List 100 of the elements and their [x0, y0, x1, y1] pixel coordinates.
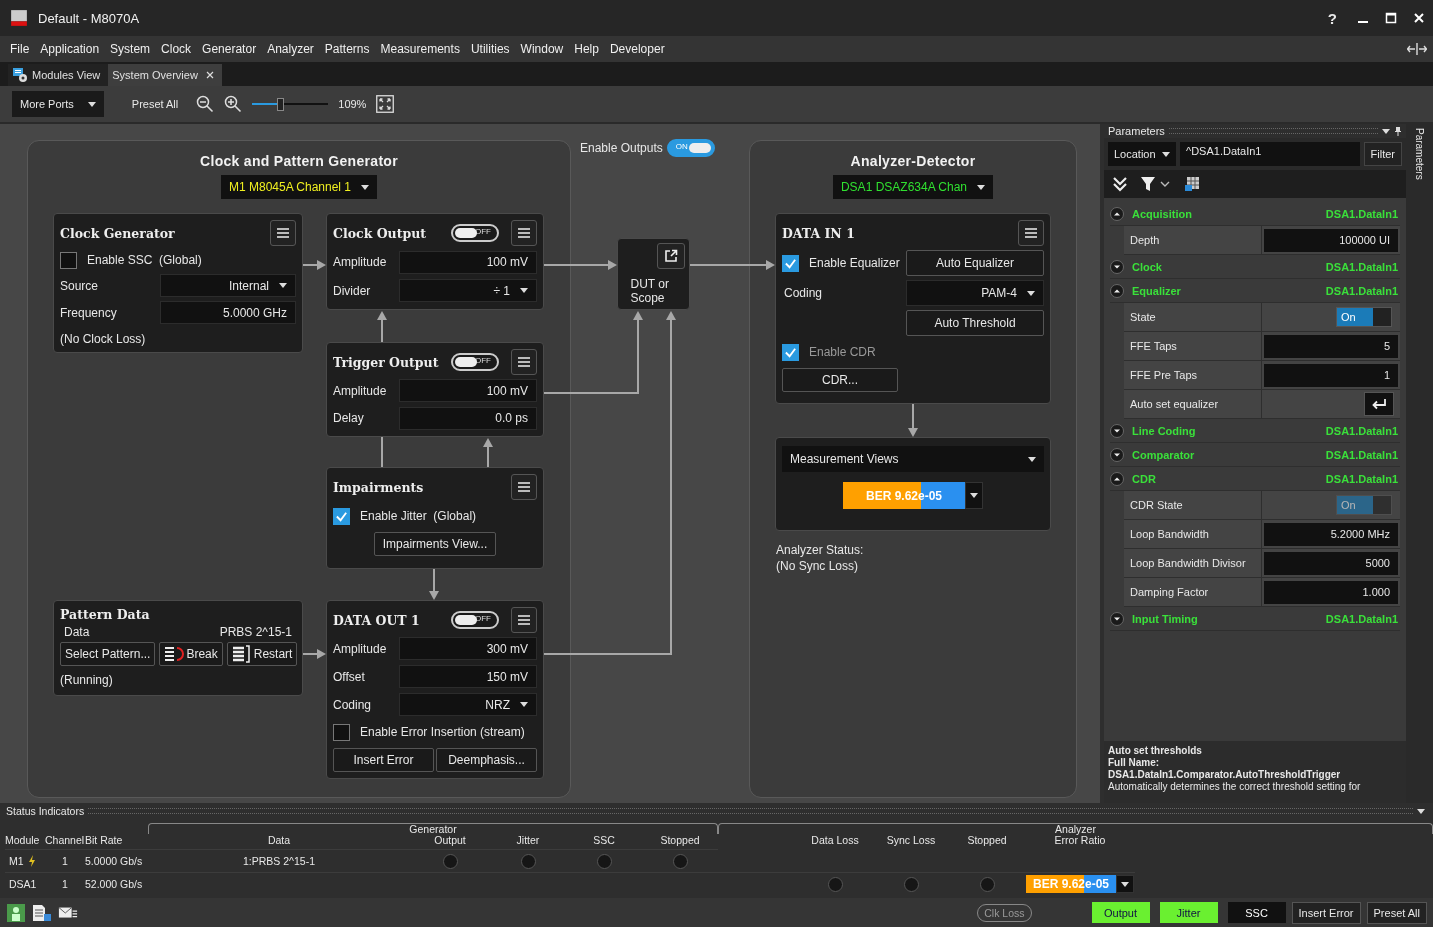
filter-icon[interactable] — [1140, 176, 1156, 192]
value-field[interactable]: 100 mV — [399, 379, 537, 403]
preset-all-button[interactable]: Preset All — [123, 98, 187, 110]
menu-button[interactable] — [511, 474, 537, 500]
value-field[interactable]: 100 mV — [399, 250, 537, 274]
value-field[interactable]: 150 mV — [399, 665, 537, 689]
dropdown-button[interactable] — [965, 482, 983, 509]
zoom-in-icon[interactable] — [224, 95, 243, 113]
dropdown[interactable]: Internal — [160, 274, 296, 297]
checkbox[interactable] — [333, 507, 350, 525]
menu-button[interactable] — [270, 220, 296, 246]
menu-item[interactable]: System — [110, 42, 151, 56]
menu-button[interactable] — [511, 220, 537, 246]
value-field[interactable]: 1.000 — [1264, 580, 1398, 604]
execute-button[interactable] — [1364, 392, 1394, 416]
action-button[interactable]: Insert Error — [333, 748, 434, 772]
menu-item[interactable]: Generator — [202, 42, 257, 56]
tab[interactable]: Modules View — [8, 64, 109, 86]
expand-button[interactable] — [1110, 611, 1124, 626]
expand-button[interactable] — [1110, 259, 1124, 274]
auto-threshold-button[interactable]: Auto Threshold — [906, 310, 1044, 336]
menu-item[interactable]: Measurements — [380, 42, 460, 56]
expand-button[interactable] — [1110, 447, 1124, 462]
pin-icon[interactable] — [1394, 126, 1402, 136]
value-field[interactable]: 5000 — [1264, 551, 1398, 575]
expand-button[interactable] — [1110, 283, 1124, 298]
table-icon[interactable] — [1184, 176, 1200, 192]
checkbox[interactable] — [782, 254, 799, 272]
bottom-button[interactable]: Preset All — [1366, 901, 1427, 924]
expand-button[interactable] — [1110, 471, 1124, 486]
tab[interactable]: System Overview — [108, 64, 222, 86]
menu-item[interactable]: Developer — [609, 42, 665, 56]
value-field[interactable]: 0.0 ps — [399, 406, 537, 430]
double-chevron-icon[interactable] — [1112, 176, 1128, 192]
toggle-switch[interactable]: OFF — [451, 611, 499, 629]
value-field[interactable]: 300 mV — [399, 637, 537, 661]
menu-button[interactable] — [1018, 220, 1044, 246]
parameter-label: FFE Pre Taps — [1124, 361, 1262, 389]
group-name: Acquisition — [1132, 207, 1193, 220]
side-tab[interactable]: Parameters — [1414, 128, 1425, 180]
impairments-view-button[interactable]: Impairments View... — [373, 532, 497, 556]
filter-button[interactable]: Filter — [1363, 142, 1402, 166]
dropdown[interactable]: More Ports — [12, 91, 104, 117]
dropdown[interactable]: NRZ — [399, 693, 537, 717]
bottom-button[interactable]: Insert Error — [1291, 901, 1361, 924]
open-external-button[interactable] — [657, 243, 685, 269]
checkbox[interactable] — [60, 251, 77, 269]
cdr-button[interactable]: CDR... — [782, 368, 898, 392]
menu-item[interactable]: Analyzer — [267, 42, 314, 56]
dropdown[interactable]: PAM-4 — [906, 280, 1044, 306]
menu-item[interactable]: Window — [520, 42, 564, 56]
caret-icon[interactable] — [1382, 128, 1390, 134]
fit-to-window-icon[interactable] — [376, 95, 395, 113]
expand-button[interactable] — [1110, 423, 1124, 438]
dropdown[interactable]: ÷ 1 — [399, 279, 537, 303]
field-label: Data — [64, 625, 90, 639]
zoom-out-icon[interactable] — [196, 95, 215, 113]
card-title: Impairments — [333, 479, 425, 495]
table-cell: 52.000 Gb/s — [85, 872, 148, 895]
value-field[interactable]: 5.0000 GHz — [160, 301, 296, 324]
menu-item[interactable]: Patterns — [324, 42, 370, 56]
value-field[interactable]: 5.2000 MHz — [1264, 522, 1398, 546]
menu-item[interactable]: Utilities — [470, 42, 510, 56]
caret-icon — [977, 184, 986, 190]
caret-icon[interactable] — [1160, 181, 1170, 187]
caret-icon[interactable] — [1417, 808, 1425, 814]
value-field[interactable]: 1 — [1264, 363, 1398, 387]
pattern-button[interactable]: Select Pattern... — [60, 642, 156, 666]
document-icon[interactable] — [32, 903, 52, 922]
status-icon[interactable] — [6, 903, 26, 922]
checkbox[interactable] — [333, 723, 350, 741]
dropdown-button[interactable] — [1116, 875, 1134, 893]
pattern-button[interactable]: Restart — [226, 642, 298, 666]
location-dropdown[interactable]: Location — [1108, 142, 1176, 166]
toggle-switch[interactable]: OFF — [451, 353, 499, 371]
pattern-button[interactable]: Break — [159, 642, 223, 666]
help-button[interactable]: ? — [1323, 9, 1341, 27]
menu-item[interactable]: Clock — [161, 42, 192, 56]
value-field[interactable]: 100000 UI — [1264, 228, 1398, 252]
expand-button[interactable] — [1110, 206, 1124, 221]
maximize-icon[interactable] — [1385, 12, 1397, 24]
path-field[interactable]: ^DSA1.DataIn1 — [1180, 142, 1360, 166]
menu-item[interactable]: Application — [40, 42, 100, 56]
auto-equalizer-button[interactable]: Auto Equalizer — [906, 250, 1044, 276]
column-header: Bit Rate — [85, 833, 124, 848]
value-field[interactable]: 5 — [1264, 334, 1398, 358]
split-view-icon[interactable] — [1407, 43, 1427, 55]
channel-dropdown[interactable]: M1 M8045A Channel 1 — [220, 175, 378, 199]
toggle-switch[interactable]: On — [1336, 307, 1392, 327]
toggle-switch[interactable]: OFF — [451, 224, 499, 242]
status-text: (Running) — [60, 673, 114, 687]
action-button[interactable]: Deemphasis... — [436, 748, 537, 772]
menu-item[interactable]: File — [10, 42, 30, 56]
menu-item[interactable]: Help — [574, 42, 599, 56]
menu-button[interactable] — [511, 349, 537, 375]
close-icon[interactable] — [205, 71, 214, 79]
measurement-views-dropdown[interactable]: Measurement Views — [782, 446, 1044, 472]
menu-button[interactable] — [511, 607, 537, 633]
channel-dropdown[interactable]: DSA1 DSAZ634A Chan — [832, 175, 994, 199]
checkbox-label: Enable Error Insertion (stream) — [360, 725, 525, 740]
